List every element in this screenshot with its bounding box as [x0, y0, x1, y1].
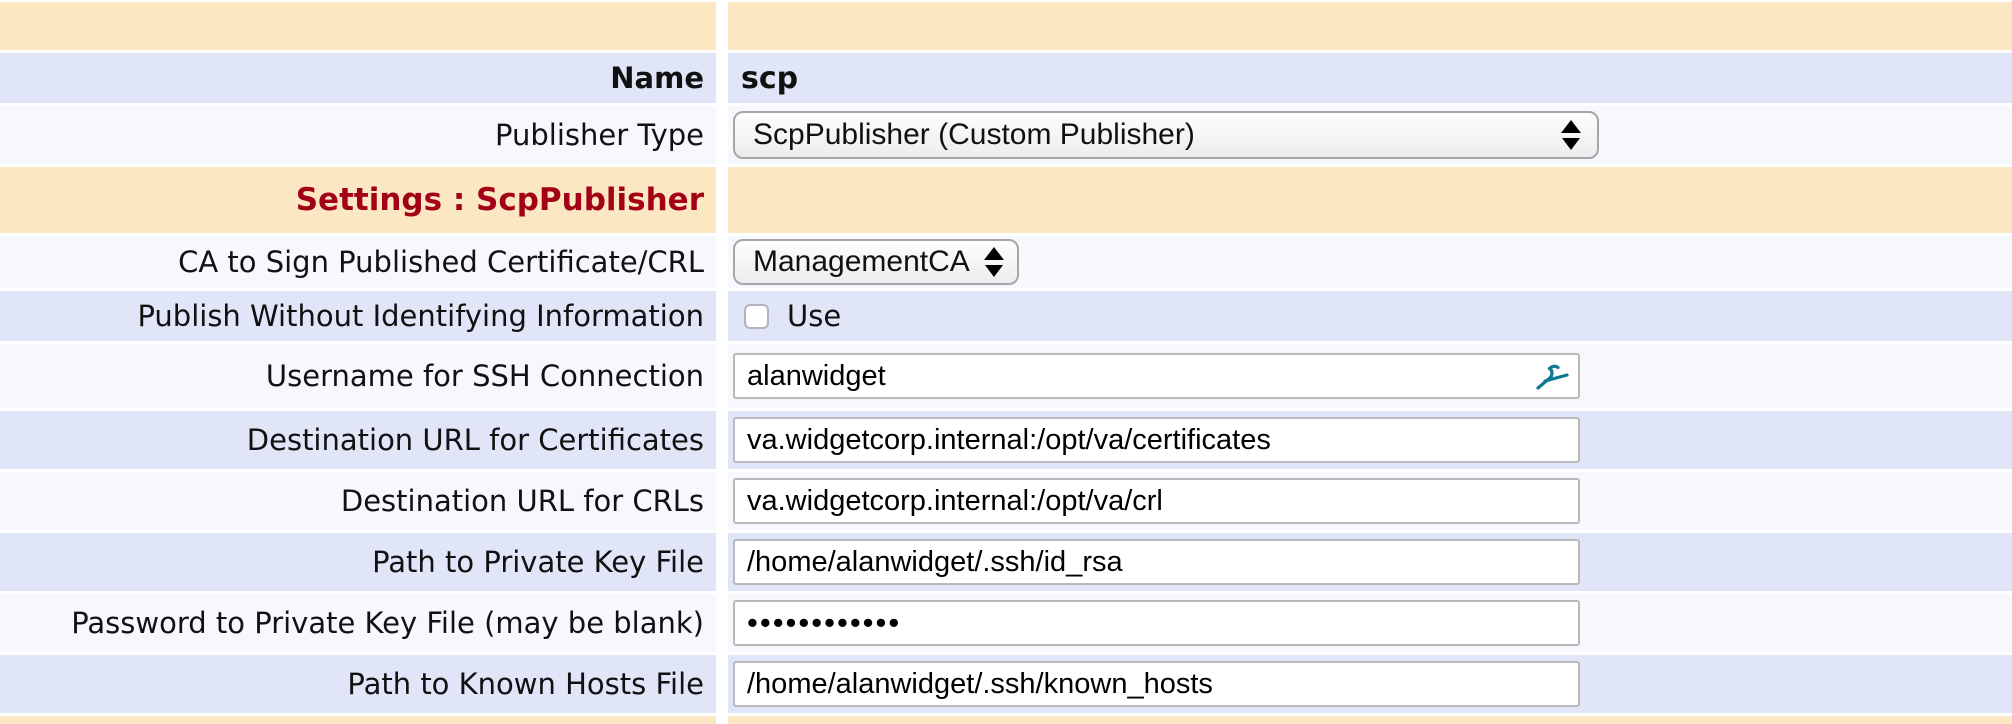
row-ca-to-sign: CA to Sign Published Certificate/CRL Man…: [0, 236, 2012, 288]
ssh-username-label: Username for SSH Connection: [0, 344, 716, 408]
row-known-hosts-path: Path to Known Hosts File: [0, 655, 2012, 713]
dashlane-autofill-icon: [1534, 361, 1570, 391]
row-private-key-path: Path to Private Key File: [0, 533, 2012, 591]
ca-to-sign-label: CA to Sign Published Certificate/CRL: [0, 236, 716, 288]
publish-without-identifying-info-label: Publish Without Identifying Information: [0, 291, 716, 341]
ca-to-sign-select[interactable]: ManagementCA: [733, 239, 1019, 285]
row-publisher-type: Publisher Type ScpPublisher (Custom Publ…: [0, 106, 2012, 164]
publisher-type-selected-value: ScpPublisher (Custom Publisher): [753, 118, 1195, 152]
use-checkbox-label: Use: [787, 299, 841, 333]
private-key-password-label: Password to Private Key File (may be bla…: [0, 594, 716, 652]
crl-destination-url-input[interactable]: [733, 478, 1580, 524]
ssh-username-input[interactable]: [733, 353, 1580, 399]
private-key-password-input[interactable]: [733, 600, 1580, 646]
settings-header-band: Settings : ScpPublisher: [0, 167, 2012, 233]
settings-header-title: Settings : ScpPublisher: [0, 167, 716, 233]
select-updown-arrows-icon: [1561, 120, 1581, 150]
row-crl-destination-url: Destination URL for CRLs: [0, 472, 2012, 530]
private-key-path-label: Path to Private Key File: [0, 533, 716, 591]
row-publish-without-identifying-info: Publish Without Identifying Information …: [0, 291, 2012, 341]
row-ssh-username: Username for SSH Connection: [0, 344, 2012, 408]
known-hosts-path-label: Path to Known Hosts File: [0, 655, 716, 713]
cert-destination-url-label: Destination URL for Certificates: [0, 411, 716, 469]
publisher-edit-form: Name scp Publisher Type ScpPublisher (Cu…: [0, 0, 2012, 724]
row-name: Name scp: [0, 53, 2012, 103]
cert-destination-url-input[interactable]: [733, 417, 1580, 463]
top-band: [0, 2, 2012, 50]
row-cert-destination-url: Destination URL for Certificates: [0, 411, 2012, 469]
publisher-type-select[interactable]: ScpPublisher (Custom Publisher): [733, 111, 1599, 159]
select-updown-arrows-icon: [984, 247, 1004, 277]
publisher-name-value: scp: [741, 61, 798, 96]
name-label: Name: [0, 53, 716, 103]
ca-to-sign-selected-value: ManagementCA: [753, 245, 970, 279]
use-checkbox[interactable]: [744, 304, 769, 329]
known-hosts-path-input[interactable]: [733, 661, 1580, 707]
publisher-type-label: Publisher Type: [0, 106, 716, 164]
bottom-band: [0, 716, 2012, 724]
crl-destination-url-label: Destination URL for CRLs: [0, 472, 716, 530]
row-private-key-password: Password to Private Key File (may be bla…: [0, 594, 2012, 652]
private-key-path-input[interactable]: [733, 539, 1580, 585]
